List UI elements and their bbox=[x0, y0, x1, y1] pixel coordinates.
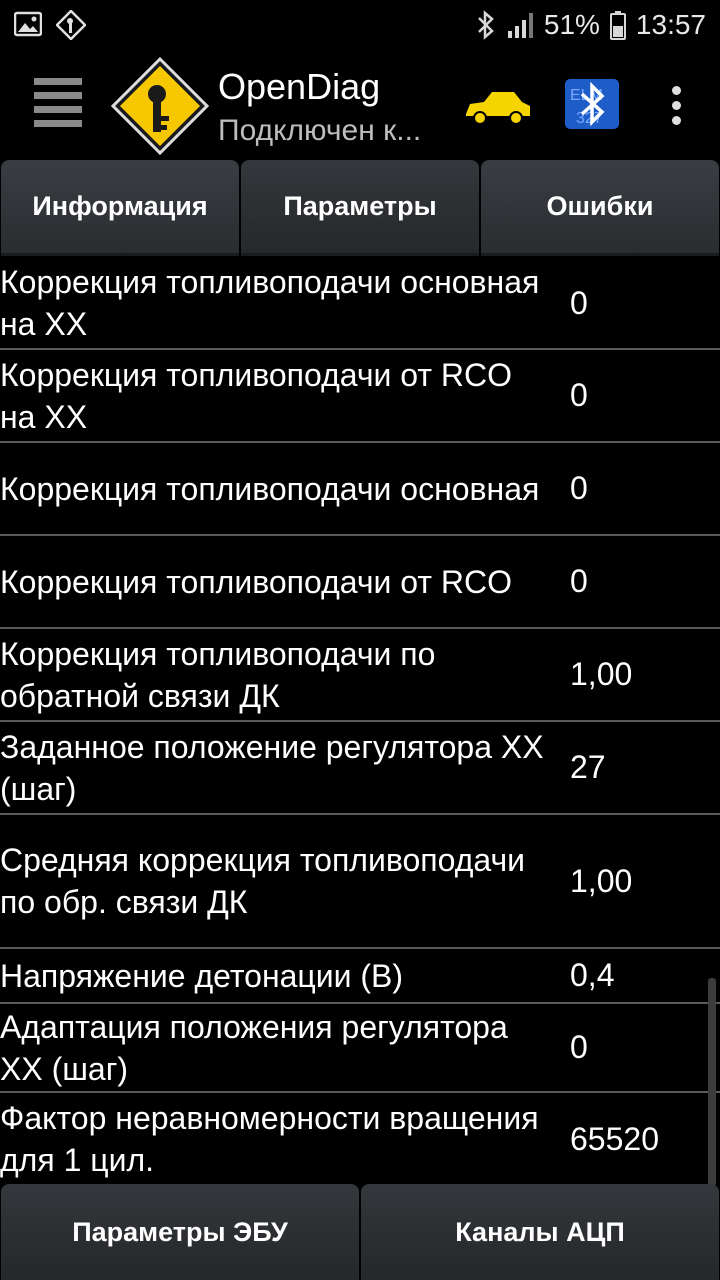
tab-information[interactable]: Информация bbox=[1, 160, 239, 256]
status-bar: 51% 13:57 bbox=[0, 0, 720, 50]
adc-channels-button[interactable]: Каналы АЦП bbox=[361, 1184, 719, 1280]
parameter-name: Заданное положение регулятора ХХ (шаг) bbox=[0, 728, 544, 807]
parameter-value: 0 bbox=[570, 563, 588, 599]
list-item[interactable]: Фактор неравномерности вращения для 1 ци… bbox=[0, 1093, 720, 1184]
list-item[interactable]: Средняя коррекция топливоподачи по обр. … bbox=[0, 815, 720, 949]
parameter-value: 1,00 bbox=[570, 862, 633, 899]
connection-status: Подключен к... bbox=[218, 114, 422, 147]
scrollbar[interactable] bbox=[708, 978, 716, 1186]
list-item[interactable]: Коррекция топливоподачи от RCO на ХХ 0 bbox=[0, 350, 720, 443]
list-item[interactable]: Коррекция топливоподачи от RCO 0 bbox=[0, 536, 720, 629]
parameter-value: 0,4 bbox=[570, 957, 615, 993]
app-bar: OpenDiag Подключен к... ELM 327 bbox=[0, 50, 720, 160]
battery-percent: 51% bbox=[543, 9, 600, 40]
car-icon[interactable] bbox=[462, 86, 534, 130]
parameter-value: 0 bbox=[570, 377, 588, 413]
clock: 13:57 bbox=[635, 9, 706, 40]
list-item[interactable]: Коррекция топливоподачи основная на ХХ 0 bbox=[0, 258, 720, 350]
parameter-name: Адаптация положения регулятора ХХ (шаг) bbox=[0, 1008, 508, 1087]
tab-bar: Информация Параметры Ошибки bbox=[0, 160, 720, 256]
tab-errors[interactable]: Ошибки bbox=[481, 160, 719, 256]
parameter-value: 27 bbox=[570, 749, 606, 785]
bluetooth-adapter-icon[interactable]: ELM 327 bbox=[564, 78, 620, 130]
battery-icon bbox=[609, 11, 626, 40]
bluetooth-status-icon bbox=[477, 10, 494, 40]
ecu-parameters-button[interactable]: Параметры ЭБУ bbox=[1, 1184, 359, 1280]
bottom-bar: Параметры ЭБУ Каналы АЦП bbox=[0, 1184, 720, 1280]
svg-text:327: 327 bbox=[576, 110, 603, 127]
signal-icon bbox=[507, 13, 533, 38]
app-title: OpenDiag bbox=[218, 66, 381, 107]
parameter-value: 0 bbox=[570, 470, 588, 506]
parameter-name: Средняя коррекция топливоподачи по обр. … bbox=[0, 842, 525, 920]
list-item[interactable]: Коррекция топливоподачи по обратной связ… bbox=[0, 629, 720, 722]
parameter-value: 0 bbox=[570, 1029, 588, 1065]
opendiag-logo-icon bbox=[110, 56, 210, 156]
list-item[interactable]: Заданное положение регулятора ХХ (шаг) 2… bbox=[0, 722, 720, 815]
opendiag-notification-icon bbox=[56, 10, 86, 40]
overflow-menu-icon[interactable] bbox=[668, 86, 684, 130]
parameter-value: 65520 bbox=[570, 1120, 659, 1157]
list-item[interactable]: Напряжение детонации (В) 0,4 bbox=[0, 949, 720, 1004]
list-item[interactable]: Коррекция топливоподачи основная 0 bbox=[0, 443, 720, 536]
parameter-name: Коррекция топливоподачи основная bbox=[0, 470, 540, 507]
parameter-name: Фактор неравномерности вращения для 1 ци… bbox=[0, 1100, 539, 1178]
parameter-name: Коррекция топливоподачи основная на ХХ bbox=[0, 264, 540, 342]
tab-parameters[interactable]: Параметры bbox=[241, 160, 479, 256]
parameter-name: Напряжение детонации (В) bbox=[0, 957, 404, 994]
list-item[interactable]: Адаптация положения регулятора ХХ (шаг) … bbox=[0, 1004, 720, 1093]
parameter-name: Коррекция топливоподачи от RCO на ХХ bbox=[0, 356, 513, 435]
gallery-icon bbox=[14, 11, 42, 37]
parameter-value: 0 bbox=[570, 284, 588, 321]
parameter-name: Коррекция топливоподачи от RCO bbox=[0, 563, 513, 600]
menu-icon[interactable] bbox=[34, 78, 82, 128]
parameter-value: 1,00 bbox=[570, 656, 633, 692]
parameter-name: Коррекция топливоподачи по обратной связ… bbox=[0, 635, 436, 714]
parameter-list[interactable]: Коррекция топливоподачи основная на ХХ 0… bbox=[0, 258, 720, 1184]
